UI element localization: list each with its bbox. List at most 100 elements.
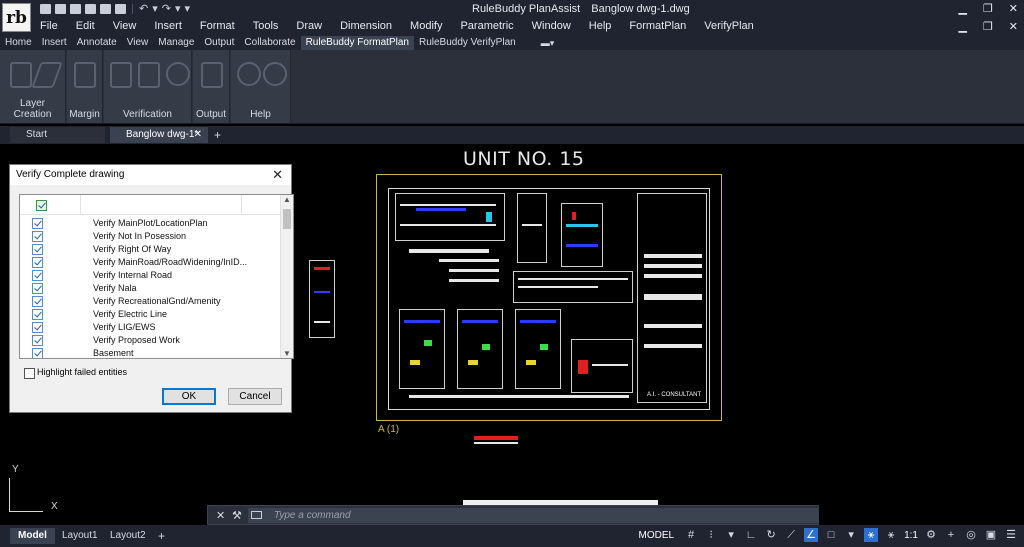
item-checkbox[interactable] [32, 270, 43, 281]
ortho-icon[interactable]: ∟ [744, 528, 758, 542]
menu-format[interactable]: Format [200, 20, 244, 32]
drawing-sheet[interactable]: A.I. - CONSULTANT A (1) [376, 174, 722, 435]
menu-modify[interactable]: Modify [410, 20, 451, 32]
info-icon[interactable] [237, 62, 261, 86]
tab-rulebuddy-formatplan[interactable]: RuleBuddy FormatPlan [300, 36, 414, 50]
item-checkbox[interactable] [32, 218, 43, 229]
menu-file[interactable]: File [40, 20, 67, 32]
layer-eraser-icon[interactable] [31, 62, 63, 88]
cancel-button[interactable]: Cancel [228, 388, 282, 405]
osnap-tracking-icon[interactable]: ∠ [804, 528, 819, 542]
panel-layer-creation[interactable]: Layer Creation [0, 50, 66, 123]
list-item[interactable]: Verify Proposed Work [20, 334, 280, 347]
tab-manage[interactable]: Manage [153, 36, 199, 50]
snap-dropdown-icon[interactable]: ▾ [724, 528, 738, 542]
layer-creation-icon[interactable] [10, 62, 32, 88]
menu-parametric[interactable]: Parametric [460, 20, 522, 32]
list-item[interactable]: Verify LIG/EWS [20, 321, 280, 334]
tab-close-icon[interactable]: ✕ [194, 127, 202, 143]
grid-icon[interactable]: # [684, 528, 698, 542]
command-input[interactable] [274, 509, 454, 522]
verify-checklist-icon[interactable] [138, 62, 160, 88]
list-item[interactable]: Verify MainPlot/LocationPlan [20, 217, 280, 230]
menu-view[interactable]: View [113, 20, 146, 32]
list-item[interactable]: Verify Not In Posession [20, 230, 280, 243]
item-checkbox[interactable] [32, 231, 43, 242]
help-icon[interactable] [263, 62, 287, 86]
tab-home[interactable]: Home [0, 36, 37, 50]
item-checkbox[interactable] [32, 322, 43, 333]
panel-verification[interactable]: Verification [104, 50, 192, 123]
list-item[interactable]: Verify MainRoad/RoadWidening/InID... [20, 256, 280, 269]
polar-icon[interactable]: ↻ [764, 528, 778, 542]
item-checkbox[interactable] [32, 283, 43, 294]
undo-dropdown-icon[interactable]: ▾ [152, 4, 158, 15]
tab-output[interactable]: Output [199, 36, 239, 50]
item-checkbox[interactable] [32, 296, 43, 307]
model-space-toggle[interactable]: MODEL [639, 530, 675, 541]
verify-warning-icon[interactable] [166, 62, 190, 86]
ok-button[interactable]: OK [162, 388, 216, 405]
select-all-checkbox[interactable] [36, 200, 47, 211]
output-report-icon[interactable] [201, 62, 223, 88]
tab-rulebuddy-verifyplan[interactable]: RuleBuddy VerifyPlan [414, 36, 521, 50]
item-checkbox[interactable] [32, 335, 43, 346]
panel-help[interactable]: Help [231, 50, 291, 123]
ribbon-options-icon[interactable]: ▬▾ [541, 38, 555, 49]
menu-edit[interactable]: Edit [76, 20, 104, 32]
menu-window[interactable]: Window [532, 20, 580, 32]
annotation-visibility-icon[interactable]: ⚹ [864, 528, 879, 542]
customize-qat-icon[interactable]: ▾ [185, 4, 191, 15]
tab-layout1[interactable]: Layout1 [54, 528, 106, 544]
clean-screen-icon[interactable]: ☰ [1004, 528, 1018, 542]
item-checkbox[interactable] [32, 244, 43, 255]
item-checkbox[interactable] [32, 309, 43, 320]
isodraft-icon[interactable]: ⟋ [784, 528, 798, 542]
osnap-dropdown-icon[interactable]: ▾ [844, 528, 858, 542]
isolate-objects-icon[interactable]: ◎ [964, 528, 978, 542]
open-file-icon[interactable] [55, 4, 66, 14]
annotation-scale[interactable]: 1:1 [904, 530, 918, 541]
menu-verifyplan[interactable]: VerifyPlan [704, 20, 763, 32]
menu-help[interactable]: Help [589, 20, 621, 32]
add-layout-button[interactable]: + [150, 528, 173, 544]
location-plan[interactable] [309, 260, 335, 338]
item-checkbox[interactable] [32, 348, 43, 358]
redo-icon[interactable]: ↷ [162, 4, 171, 15]
list-item[interactable]: Verify Right Of Way [20, 243, 280, 256]
osnap-icon[interactable]: □ [824, 528, 838, 542]
tab-layout2[interactable]: Layout2 [102, 528, 154, 544]
menu-insert[interactable]: Insert [154, 20, 191, 32]
list-item[interactable]: Basement [20, 347, 280, 358]
new-file-icon[interactable] [40, 4, 51, 14]
menu-draw[interactable]: Draw [296, 20, 331, 32]
highlight-checkbox[interactable] [24, 368, 35, 379]
tab-model[interactable]: Model [10, 528, 55, 544]
command-history-icon[interactable] [251, 511, 262, 519]
redo-dropdown-icon[interactable]: ▾ [175, 4, 181, 15]
command-close-icon[interactable]: ✕ [216, 509, 225, 522]
scroll-thumb[interactable] [283, 209, 291, 229]
verification-list[interactable]: Verify MainPlot/LocationPlan Verify Not I… [19, 194, 294, 359]
tab-start[interactable]: Start [10, 127, 105, 143]
menu-dimension[interactable]: Dimension [340, 20, 401, 32]
list-item[interactable]: Verify Electric Line [20, 308, 280, 321]
print-icon[interactable] [100, 4, 111, 14]
scroll-down-icon[interactable]: ▼ [283, 349, 291, 358]
item-checkbox[interactable] [32, 257, 43, 268]
dialog-close-icon[interactable]: ✕ [272, 167, 283, 183]
doc-restore-icon[interactable]: ❐ [983, 20, 993, 33]
scroll-up-icon[interactable]: ▲ [283, 195, 291, 204]
new-tab-button[interactable]: + [214, 128, 221, 142]
margin-icon[interactable] [74, 62, 96, 88]
list-scrollbar[interactable]: ▲ ▼ [280, 195, 293, 358]
list-item[interactable]: Verify RecreationalGnd/Amenity [20, 295, 280, 308]
save-icon[interactable] [70, 4, 81, 14]
hardware-accel-icon[interactable]: ▣ [984, 528, 998, 542]
restore-icon[interactable]: ❐ [983, 2, 993, 15]
tab-drawing-file[interactable]: Banglow dwg-1* ✕ [110, 127, 208, 143]
tab-annotate[interactable]: Annotate [72, 36, 122, 50]
verify-layer-icon[interactable] [110, 62, 132, 88]
save-as-icon[interactable] [85, 4, 96, 14]
panel-output[interactable]: Output [193, 50, 230, 123]
